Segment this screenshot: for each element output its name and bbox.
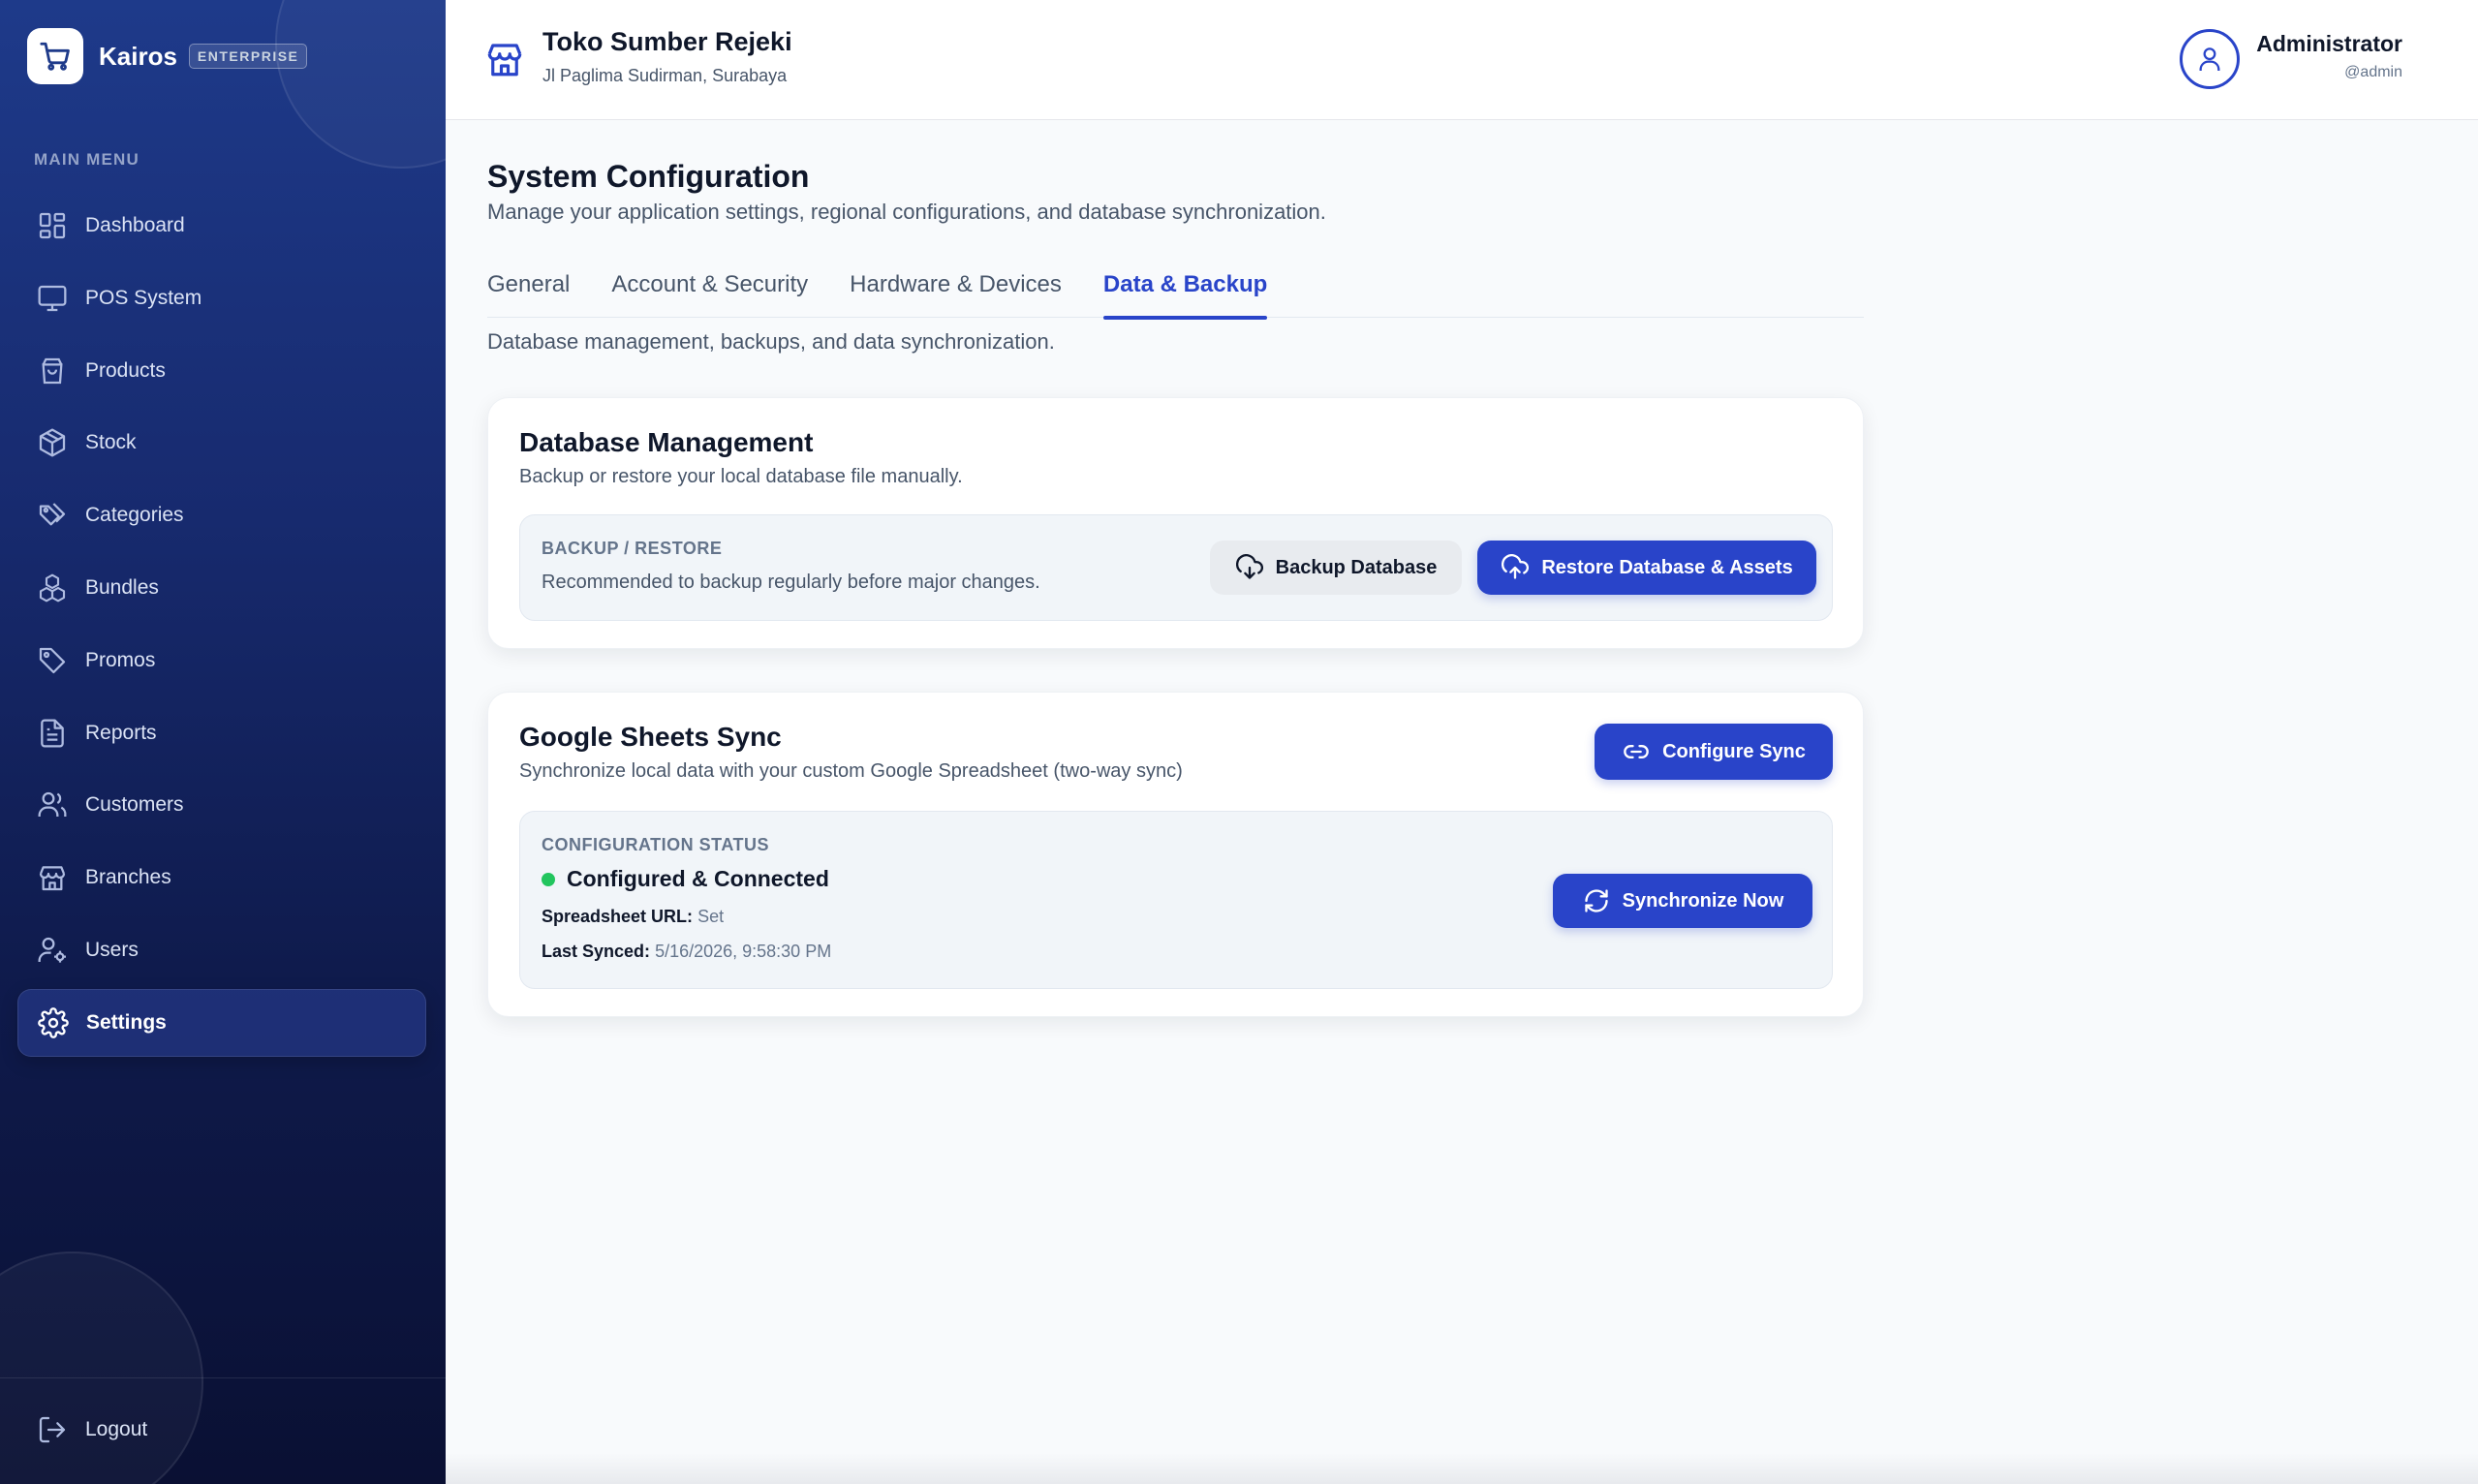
tab-general[interactable]: General [487, 265, 570, 318]
logout-icon [35, 1412, 70, 1447]
configure-sync-button[interactable]: Configure Sync [1595, 724, 1833, 780]
sidebar-item-label: Stock [85, 431, 137, 454]
button-label: Backup Database [1275, 556, 1438, 578]
logout-button[interactable]: Logout [35, 1410, 147, 1449]
backup-database-button[interactable]: Backup Database [1210, 541, 1462, 595]
refresh-icon [1582, 886, 1611, 915]
sidebar-item-customers[interactable]: Customers [17, 771, 426, 839]
user-name[interactable]: Administrator [2256, 31, 2402, 57]
status-row: Configured & Connected [542, 866, 829, 892]
configuration-status-panel: CONFIGURATION STATUS Configured & Connec… [519, 811, 1833, 989]
divider [0, 1377, 446, 1378]
sidebar-item-promos[interactable]: Promos [17, 627, 426, 695]
main-menu-label: MAIN MENU [34, 150, 140, 169]
sidebar-item-label: Customers [85, 793, 184, 817]
cloud-download-icon [1235, 553, 1264, 582]
button-label: Restore Database & Assets [1541, 556, 1793, 578]
backup-restore-panel: BACKUP / RESTORE Recommended to backup r… [519, 514, 1833, 621]
section-label: BACKUP / RESTORE [542, 539, 723, 558]
user-handle: @admin [2344, 64, 2402, 80]
sidebar: Kairos ENTERPRISE MAIN MENU Dashboard PO… [0, 0, 446, 1484]
sidebar-item-label: Branches [85, 866, 171, 889]
top-header: Toko Sumber Rejeki Jl Paglima Sudirman, … [446, 0, 2478, 120]
sidebar-item-label: Categories [85, 504, 184, 527]
tab-description: Database management, backups, and data s… [487, 329, 1055, 354]
spreadsheet-url-row: Spreadsheet URL: Set [542, 907, 724, 927]
gear-icon [36, 1005, 71, 1040]
sidebar-item-label: Users [85, 938, 139, 961]
tab-data-backup[interactable]: Data & Backup [1102, 265, 1268, 320]
button-label: Configure Sync [1662, 740, 1806, 762]
card-title: Database Management [519, 427, 814, 457]
last-synced-value: 5/16/2026, 9:58:30 PM [655, 942, 832, 961]
main-menu: Dashboard POS System Products Stock Cate… [17, 192, 426, 1062]
synchronize-now-button[interactable]: Synchronize Now [1553, 874, 1812, 928]
store-icon [35, 860, 70, 895]
restore-database-button[interactable]: Restore Database & Assets [1477, 541, 1816, 595]
main-content: System Configuration Manage your applica… [446, 120, 2478, 1484]
brand-name: Kairos [99, 41, 177, 71]
bottom-fade [446, 1453, 2478, 1484]
page-subtitle: Manage your application settings, region… [487, 200, 1326, 224]
cloud-upload-icon [1501, 553, 1530, 582]
card-subtitle: Backup or restore your local database fi… [519, 466, 963, 487]
tag-icon [35, 643, 70, 678]
last-synced-row: Last Synced: 5/16/2026, 9:58:30 PM [542, 942, 831, 962]
sidebar-item-settings[interactable]: Settings [17, 988, 426, 1057]
shopping-cart-icon [27, 28, 83, 84]
sidebar-item-branches[interactable]: Branches [17, 844, 426, 912]
sidebar-item-label: Products [85, 358, 166, 382]
dashboard-grid-icon [35, 208, 70, 243]
link-icon [1622, 737, 1651, 766]
sidebar-item-label: Settings [86, 1010, 167, 1034]
file-text-icon [35, 716, 70, 751]
section-text: Recommended to backup regularly before m… [542, 572, 1040, 593]
status-text: Configured & Connected [567, 866, 829, 891]
tags-icon [35, 498, 70, 533]
last-synced-key: Last Synced: [542, 942, 651, 961]
button-label: Synchronize Now [1622, 889, 1784, 912]
sidebar-item-dashboard[interactable]: Dashboard [17, 192, 426, 260]
tab-account-security[interactable]: Account & Security [611, 265, 808, 318]
decorative-circle [0, 1252, 203, 1484]
sidebar-item-products[interactable]: Products [17, 337, 426, 405]
spreadsheet-url-value: Set [697, 907, 725, 926]
store-address: Jl Paglima Sudirman, Surabaya [542, 66, 788, 85]
tab-hardware-devices[interactable]: Hardware & Devices [850, 265, 1062, 318]
boxes-icon [35, 571, 70, 605]
sidebar-item-bundles[interactable]: Bundles [17, 554, 426, 622]
spreadsheet-url-key: Spreadsheet URL: [542, 907, 694, 926]
sidebar-item-pos-system[interactable]: POS System [17, 264, 426, 332]
shopping-bag-icon [35, 354, 70, 388]
sidebar-item-categories[interactable]: Categories [17, 481, 426, 549]
sidebar-item-label: Bundles [85, 575, 159, 599]
card-title: Google Sheets Sync [519, 722, 782, 752]
logout-label: Logout [85, 1418, 148, 1440]
store-icon [484, 39, 525, 79]
monitor-icon [35, 281, 70, 316]
sidebar-item-stock[interactable]: Stock [17, 409, 426, 477]
sidebar-item-label: Dashboard [85, 214, 185, 236]
store-name: Toko Sumber Rejeki [542, 27, 792, 56]
database-management-card: Database Management Backup or restore yo… [487, 397, 1864, 649]
status-label: CONFIGURATION STATUS [542, 835, 769, 854]
user-avatar-icon[interactable] [2180, 29, 2240, 89]
sidebar-item-label: Reports [85, 721, 157, 744]
user-cog-icon [35, 933, 70, 968]
package-box-icon [35, 425, 70, 460]
brand-badge: ENTERPRISE [188, 44, 308, 69]
sidebar-item-label: Promos [85, 648, 156, 671]
page-title: System Configuration [487, 159, 810, 194]
users-icon [35, 788, 70, 822]
google-sheets-sync-card: Google Sheets Sync Synchronize local dat… [487, 692, 1864, 1017]
sidebar-item-label: POS System [85, 286, 202, 309]
status-dot-icon [542, 872, 555, 886]
settings-tabs: General Account & Security Hardware & De… [487, 265, 1864, 320]
sidebar-item-reports[interactable]: Reports [17, 699, 426, 767]
sidebar-item-users[interactable]: Users [17, 916, 426, 984]
brand[interactable]: Kairos ENTERPRISE [27, 27, 308, 85]
card-subtitle: Synchronize local data with your custom … [519, 760, 1183, 782]
